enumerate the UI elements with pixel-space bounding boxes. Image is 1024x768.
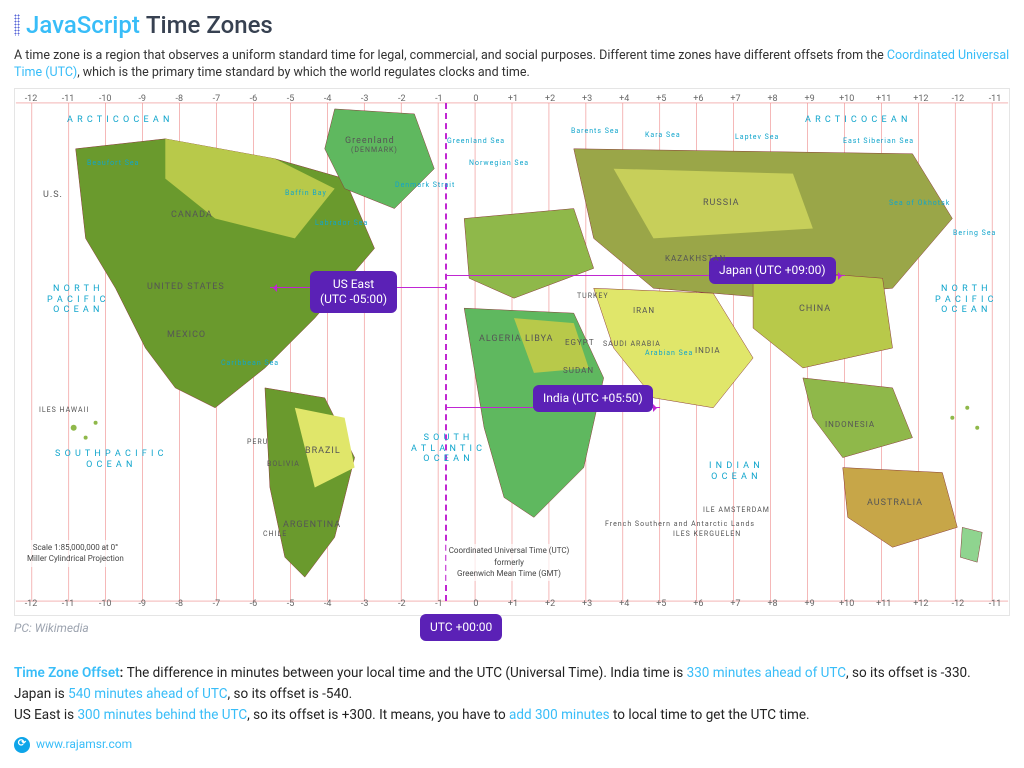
offset-p1a: The difference in minutes between your l… (127, 665, 687, 681)
title-ornament-icon (14, 14, 20, 36)
intro-paragraph: A time zone is a region that observes a … (14, 47, 1010, 82)
offset-p1-link1: 330 minutes ahead of UTC (687, 665, 846, 681)
offset-p2b: , so its offset is +300. It means, you h… (247, 707, 509, 723)
offset-p1c: , so its offset is -540. (228, 686, 353, 702)
map-svg (15, 89, 1009, 615)
world-timezone-map: US East (UTC -05:00) Japan (UTC +09:00) … (14, 88, 1010, 616)
footer: ⟳ www.rajamsr.com (14, 736, 1010, 753)
title-suffix: Time Zones (146, 8, 273, 43)
utc-zero-badge: UTC +00:00 (420, 614, 502, 641)
offset-p2-link1: 300 minutes behind the UTC (77, 707, 247, 723)
offset-p2c: to local time to get the UTC time. (610, 707, 810, 723)
site-logo-icon: ⟳ (14, 737, 30, 753)
offset-colon: : (120, 665, 127, 681)
offset-explanation: Time Zone Offset: The difference in minu… (14, 663, 1010, 726)
title-prefix: JavaScript (26, 8, 140, 43)
intro-pre: A time zone is a region that observes a … (14, 48, 887, 63)
offset-p2-link2: add 300 minutes (509, 707, 610, 723)
page-title: JavaScript Time Zones (14, 8, 1010, 43)
offset-p1-link2: 540 minutes ahead of UTC (68, 686, 227, 702)
image-credit: PC: Wikimedia (14, 620, 1010, 637)
utc-zero-label: UTC +00:00 (430, 620, 492, 634)
offset-p2a: US East is (14, 707, 77, 723)
footer-link[interactable]: www.rajamsr.com (36, 736, 132, 753)
offset-label: Time Zone Offset (14, 665, 120, 681)
intro-post: , which is the primary time standard by … (77, 65, 530, 80)
